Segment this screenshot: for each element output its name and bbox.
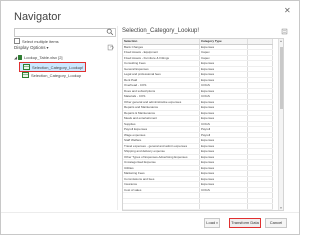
table-row (123, 209, 273, 210)
transform-data-button[interactable]: Transform Data (229, 218, 261, 228)
select-multiple-label: Select multiple items (22, 38, 59, 44)
dialog-title: Navigator (14, 11, 62, 23)
tree-item-selection-category-lookup-table[interactable]: Selection_Category_Lookup (19, 71, 81, 79)
scroll-down-icon[interactable]: ▼ (279, 206, 283, 210)
chevron-down-icon: ▾ (46, 45, 49, 50)
preview-title: Selection_Category_Lookup! (122, 28, 200, 34)
load-button[interactable]: Load▾ (204, 218, 220, 228)
load-button-label: Load (206, 220, 216, 225)
footer-divider (1, 212, 299, 213)
table-cell (199, 209, 248, 210)
preview-options-icon[interactable] (281, 28, 288, 35)
preview-table: Selection Category Type Bank Charges Expe… (123, 39, 273, 210)
tree-item-label: Selection_Category_Lookup (31, 72, 82, 78)
cancel-button[interactable]: Cancel (265, 218, 287, 228)
table-body: Bank Charges Expenses Fixed Assets - Equip… (123, 44, 273, 210)
tree-root-workbook[interactable]: ◢ Lookup_Table.xlsx [2] (14, 55, 63, 60)
select-multiple-checkbox[interactable] (14, 38, 20, 44)
close-button[interactable]: ✕ (284, 6, 291, 15)
preview-grid[interactable]: Selection Category Type Bank Charges Expe… (122, 38, 284, 211)
chevron-down-icon[interactable]: ▾ (216, 221, 218, 225)
display-options-dropdown[interactable]: Display Options▾ (14, 45, 49, 50)
vertical-scrollbar[interactable]: ▲ ▼ (278, 39, 283, 210)
select-multiple-items[interactable]: Select multiple items (14, 38, 59, 44)
tree-item-label: Selection_Category_Lookup! (32, 64, 84, 70)
refresh-icon[interactable] (107, 44, 114, 51)
pane-divider (117, 26, 118, 210)
tree-root-label: Lookup_Table.xlsx [2] (24, 55, 63, 60)
search-icon[interactable] (106, 28, 114, 36)
scroll-up-icon[interactable]: ▲ (279, 39, 283, 43)
scrollbar-thumb[interactable] (279, 47, 283, 109)
navigator-dialog: Navigator ✕ Select multiple items Displa… (0, 0, 300, 235)
sheet-icon (23, 64, 30, 70)
table-cell (123, 209, 200, 210)
search-input[interactable] (14, 28, 116, 37)
excel-file-icon (18, 55, 23, 60)
table-icon (22, 72, 29, 78)
chevron-down-icon[interactable]: ◢ (14, 55, 17, 60)
display-options-label: Display Options (14, 45, 46, 50)
table-cell (247, 209, 273, 210)
